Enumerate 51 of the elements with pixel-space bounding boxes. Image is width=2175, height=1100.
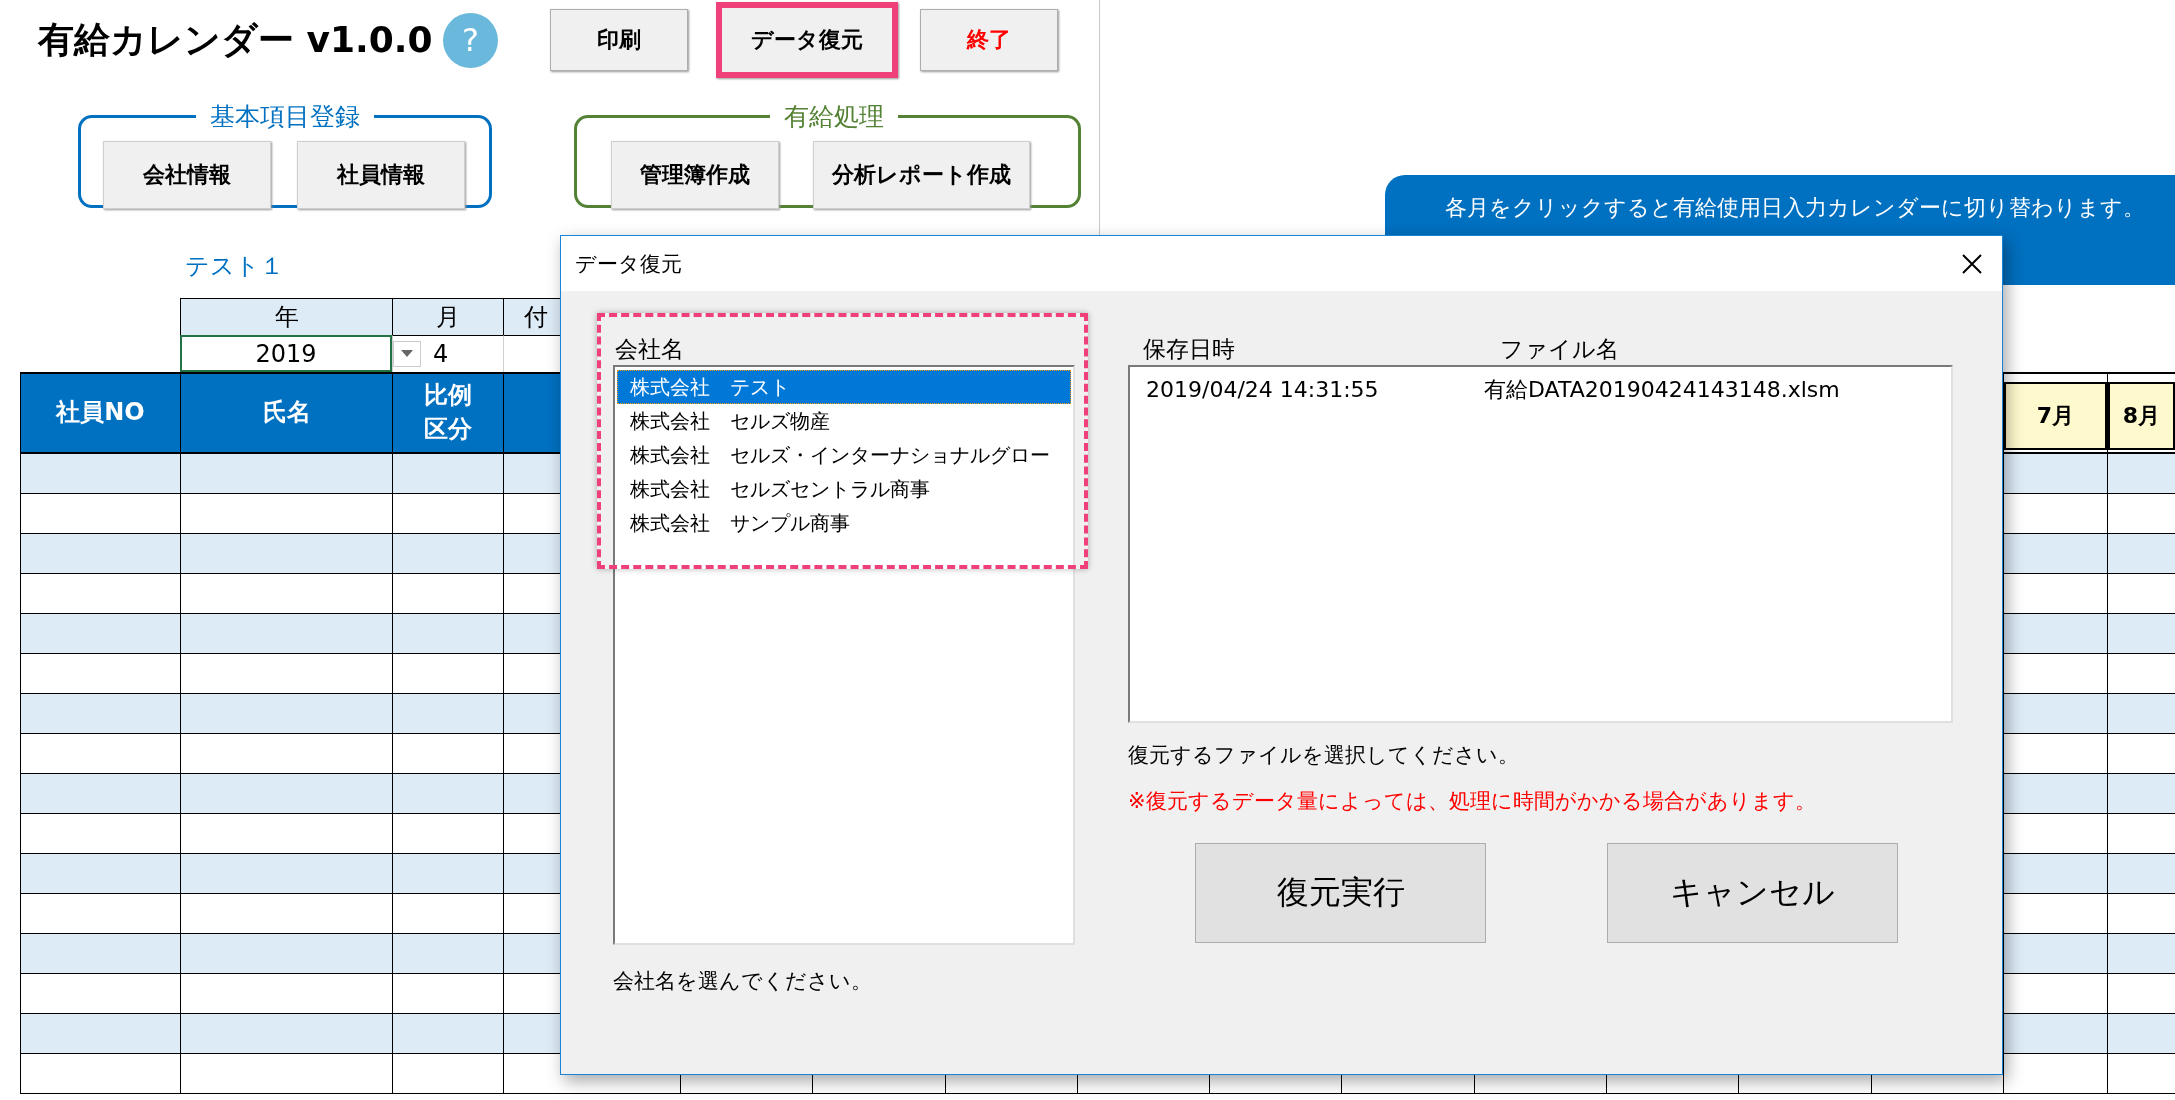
dialog-button[interactable]: キャンセル — [1607, 843, 1898, 943]
company-item[interactable]: 株式会社 セルズセントラル商事 — [617, 472, 1071, 506]
app-title: 有給カレンダー v1.0.0 — [38, 17, 434, 62]
close-icon[interactable] — [1962, 253, 1982, 274]
file-hint: 復元するファイルを選択してください。 — [1128, 742, 1520, 769]
saved-date[interactable]: 2019/04/24 14:31:55 — [1146, 374, 1484, 406]
month-tab[interactable]: 8月 — [2107, 382, 2175, 450]
header-cell: 年 — [180, 298, 392, 335]
year-cell[interactable]: 2019 — [180, 335, 392, 372]
caret-icon — [401, 350, 413, 358]
company-item[interactable]: 株式会社 セルズ・インターナショナルグロー — [617, 438, 1071, 472]
table-cell — [2106, 1014, 2175, 1054]
company-hint: 会社名を選んでください。 — [613, 968, 873, 995]
toolbar-button[interactable]: データ復元 — [716, 2, 898, 78]
column-header: ファイル名 — [1499, 335, 1619, 364]
company-item[interactable]: 株式会社 サンプル商事 — [617, 506, 1071, 540]
column-header: 比例区分 — [392, 374, 503, 454]
menu-button[interactable]: 分析レポート作成 — [813, 141, 1030, 209]
table-cell — [2106, 774, 2175, 814]
column-header: 社員NO — [20, 374, 180, 454]
file-list[interactable]: 2019/04/24 14:31:55 有給DATA20190424143148.xlsm — [1128, 365, 1953, 723]
table-cell — [2106, 854, 2175, 894]
column-header: 氏名 — [180, 374, 392, 454]
group-title: 基本項目登録 — [209, 101, 361, 133]
toolbar-button[interactable]: 終了 — [920, 9, 1058, 71]
banner-text: 各月をクリックすると有給使用日入力カレンダーに切り替わります。 — [1445, 195, 2145, 220]
header-cell: 月 — [392, 298, 503, 335]
list-label: 会社名 — [614, 335, 685, 364]
header-cell: 付 — [503, 298, 560, 335]
sheet-label: テスト１ — [185, 251, 284, 282]
file-name[interactable]: 有給DATA20190424143148.xlsm — [1484, 374, 1840, 406]
month-tab[interactable]: 7月 — [2003, 382, 2107, 450]
company-item[interactable]: 株式会社 テスト — [617, 370, 1071, 404]
table-cell — [2106, 934, 2175, 974]
group-title: 有給処理 — [782, 101, 885, 133]
warning-text: ※復元するデータ量によっては、処理に時間がかかる場合があります。 — [1128, 788, 1817, 815]
month-cell[interactable]: 4 — [433, 340, 449, 368]
menu-button[interactable]: 管理簿作成 — [611, 141, 779, 209]
dropdown-button[interactable] — [393, 341, 421, 367]
table-cell — [2106, 1054, 2175, 1094]
menu-button[interactable]: 会社情報 — [103, 141, 271, 209]
column-header: 保存日時 — [1142, 335, 1236, 364]
table-cell — [2106, 534, 2175, 574]
dialog-title: データ復元 — [575, 250, 682, 278]
company-item[interactable]: 株式会社 セルズ物産 — [617, 404, 1071, 438]
dialog-button[interactable]: 復元実行 — [1195, 843, 1486, 943]
table-cell — [2106, 694, 2175, 734]
toolbar-button[interactable]: 印刷 — [550, 9, 688, 71]
company-list[interactable]: 株式会社 テスト 株式会社 セルズ物産 株式会社 セルズ・インターナショナルグロー 株式会社 セルズセントラル商事 株式会社 サンプル商事 — [613, 365, 1075, 945]
table-cell — [2106, 614, 2175, 654]
menu-button[interactable]: 社員情報 — [297, 141, 465, 209]
